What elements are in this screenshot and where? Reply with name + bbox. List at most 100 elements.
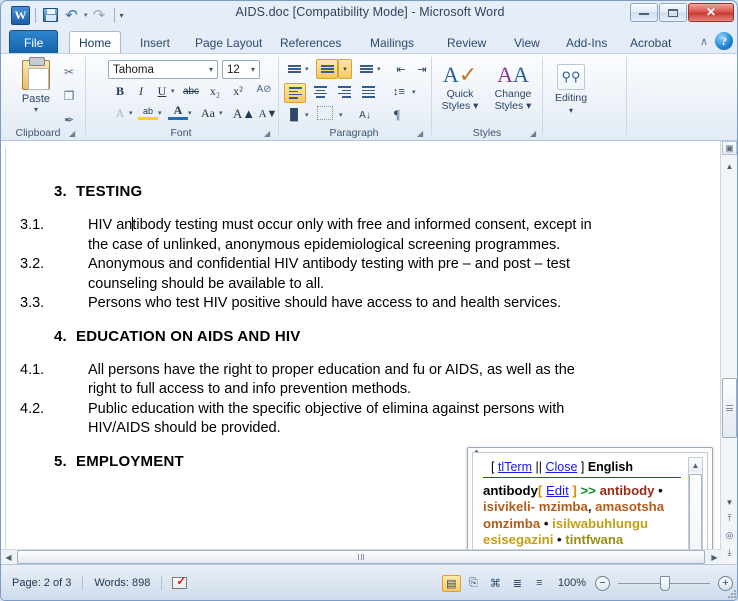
scroll-left-icon[interactable]: ◀: [1, 550, 16, 564]
scroll-right-icon[interactable]: ▶: [707, 550, 722, 564]
tab-view[interactable]: View: [505, 31, 549, 54]
tab-mailings[interactable]: Mailings: [361, 31, 423, 54]
scroll-up-icon[interactable]: ▲: [722, 159, 737, 174]
shading-dropdown-icon[interactable]: ▾: [305, 111, 309, 119]
proofing-errors-icon[interactable]: [162, 574, 194, 589]
close-button[interactable]: ✕: [688, 3, 734, 22]
zoom-slider-thumb[interactable]: [660, 575, 670, 591]
tab-references[interactable]: References: [271, 31, 350, 54]
close-link[interactable]: Close: [545, 460, 577, 474]
resize-grip-icon[interactable]: [725, 587, 736, 598]
superscript-icon[interactable]: x²: [228, 82, 248, 101]
font-size-input[interactable]: 12 ▾: [222, 60, 260, 79]
tab-insert[interactable]: Insert: [131, 31, 179, 54]
horizontal-scrollbar[interactable]: ◀ ▶: [1, 549, 722, 564]
subscript-icon[interactable]: x₂: [205, 82, 225, 101]
decrease-indent-icon[interactable]: ⇤: [391, 60, 411, 78]
tab-acrobat[interactable]: Acrobat: [621, 31, 680, 54]
underline-dropdown-icon[interactable]: ▾: [171, 87, 175, 95]
quick-styles-button[interactable]: A✓ Quick Styles ▾: [434, 62, 486, 112]
next-page-icon[interactable]: ⤓: [722, 545, 737, 560]
zoom-out-button[interactable]: −: [595, 575, 610, 591]
cut-icon[interactable]: ✂: [59, 62, 79, 81]
shrink-font-icon[interactable]: A▼: [258, 104, 278, 123]
numbering-icon[interactable]: [316, 59, 338, 79]
tlterm-link[interactable]: tlTerm: [498, 460, 532, 474]
grow-font-icon[interactable]: A▲: [233, 104, 255, 123]
tab-page-layout[interactable]: Page Layout: [186, 31, 271, 54]
page-indicator[interactable]: Page: 2 of 3: [1, 577, 82, 589]
line-spacing-icon[interactable]: ↕≡: [389, 83, 409, 101]
font-family-dropdown-icon[interactable]: ▾: [209, 65, 213, 74]
justify-icon[interactable]: [358, 83, 378, 101]
view-full-screen-reading-icon[interactable]: ⎘: [464, 575, 483, 592]
change-styles-button[interactable]: AA Change Styles ▾: [487, 62, 539, 112]
tab-add-ins[interactable]: Add-Ins: [557, 31, 616, 54]
previous-page-icon[interactable]: ⤒: [722, 511, 737, 526]
minimize-button[interactable]: [630, 3, 658, 22]
highlight-dropdown-icon[interactable]: ▾: [158, 109, 162, 117]
align-left-icon[interactable]: [284, 83, 306, 103]
view-print-layout-icon[interactable]: ▤: [441, 574, 461, 592]
view-web-layout-icon[interactable]: ⌘: [486, 575, 505, 592]
clipboard-dialog-launcher[interactable]: ◢: [69, 129, 75, 138]
document-text[interactable]: 3. TESTING 3.1. HIV antibody testing must …: [20, 183, 594, 470]
editing-button[interactable]: ⚲⚲ Editing ▾: [547, 64, 595, 116]
vertical-scroll-thumb[interactable]: [722, 378, 737, 438]
change-case-icon[interactable]: Aa: [198, 104, 218, 123]
editing-dropdown-icon[interactable]: ▾: [547, 105, 595, 116]
bold-icon[interactable]: B: [110, 82, 130, 101]
italic-icon[interactable]: I: [131, 82, 151, 101]
bullets-icon[interactable]: [284, 60, 304, 78]
horizontal-scroll-thumb[interactable]: [17, 550, 705, 564]
zoom-level[interactable]: 100%: [552, 577, 592, 589]
text-effects-dropdown-icon[interactable]: ▾: [129, 109, 133, 117]
font-family-input[interactable]: Tahoma ▾: [108, 60, 218, 79]
change-case-dropdown-icon[interactable]: ▾: [219, 109, 223, 117]
browse-object-icon[interactable]: ◎: [722, 528, 737, 543]
styles-dialog-launcher[interactable]: ◢: [530, 129, 536, 138]
highlight-icon[interactable]: ab: [138, 104, 158, 120]
tab-home[interactable]: Home: [69, 31, 122, 54]
sort-icon[interactable]: A↓: [355, 106, 375, 124]
shading-icon[interactable]: █: [284, 106, 304, 124]
copy-icon[interactable]: ❐: [59, 86, 79, 105]
line-spacing-dropdown-icon[interactable]: ▾: [412, 88, 416, 96]
popup-scroll-up-icon[interactable]: ▲: [689, 458, 702, 472]
bullets-dropdown-icon[interactable]: ▾: [305, 65, 309, 73]
align-center-icon[interactable]: [310, 83, 330, 101]
font-color-dropdown-icon[interactable]: ▾: [188, 109, 192, 117]
underline-icon[interactable]: U: [152, 82, 172, 101]
tab-review[interactable]: Review: [438, 31, 495, 54]
maximize-button[interactable]: [659, 3, 687, 22]
strikethrough-icon[interactable]: abc: [181, 82, 201, 101]
clear-formatting-icon[interactable]: A⊘: [254, 80, 274, 99]
edit-link[interactable]: Edit: [546, 483, 569, 498]
paste-button[interactable]: Paste ▾: [13, 57, 59, 114]
text-effects-icon[interactable]: A: [110, 104, 130, 123]
align-right-icon[interactable]: [334, 83, 354, 101]
help-icon[interactable]: ?: [715, 32, 733, 50]
select-browse-object-icon[interactable]: ▣: [722, 141, 737, 155]
show-formatting-marks-icon[interactable]: ¶: [387, 106, 407, 124]
increase-indent-icon[interactable]: ⇥: [412, 60, 432, 78]
vertical-scrollbar[interactable]: ▣ ▲ ▼ ⤒ ◎ ⤓: [720, 141, 737, 566]
word-count[interactable]: Words: 898: [83, 577, 161, 589]
multilevel-list-icon[interactable]: [356, 60, 376, 78]
borders-icon[interactable]: [317, 106, 333, 120]
numbering-dropdown-icon[interactable]: ▾: [338, 59, 352, 79]
view-outline-icon[interactable]: ≣: [508, 575, 527, 592]
collapse-ribbon-icon[interactable]: ∧: [700, 35, 708, 48]
tab-file[interactable]: File: [9, 30, 59, 54]
view-draft-icon[interactable]: ≡: [530, 575, 549, 592]
font-dialog-launcher[interactable]: ◢: [264, 129, 270, 138]
scroll-down-icon[interactable]: ▼: [722, 495, 737, 510]
borders-dropdown-icon[interactable]: ▾: [339, 111, 343, 119]
zoom-slider-track[interactable]: [618, 575, 710, 591]
paste-dropdown-icon[interactable]: ▾: [13, 105, 59, 114]
multilevel-dropdown-icon[interactable]: ▾: [377, 65, 381, 73]
paragraph-dialog-launcher[interactable]: ◢: [417, 129, 423, 138]
font-color-icon[interactable]: A: [168, 103, 188, 120]
font-size-dropdown-icon[interactable]: ▾: [251, 65, 255, 74]
